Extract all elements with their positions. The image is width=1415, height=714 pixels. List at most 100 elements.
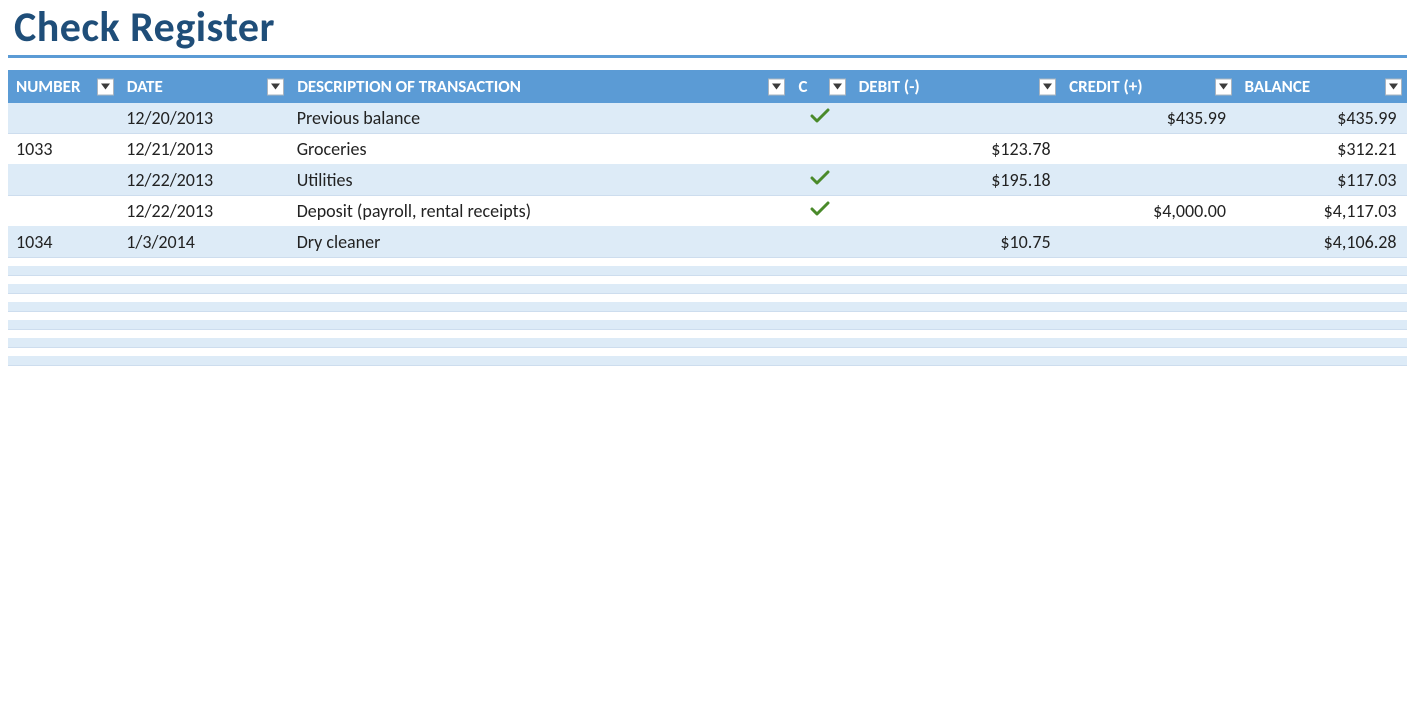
- cell-date[interactable]: [118, 303, 288, 312]
- cell-date[interactable]: 12/20/2013: [118, 103, 288, 134]
- cell-balance[interactable]: $4,117.03: [1236, 196, 1406, 227]
- cell-balance[interactable]: [1236, 321, 1406, 330]
- table-row[interactable]: [8, 321, 1407, 330]
- cell-credit[interactable]: [1061, 267, 1236, 276]
- header-c[interactable]: C: [790, 70, 850, 103]
- cell-cleared[interactable]: [790, 103, 850, 134]
- cell-number[interactable]: [8, 258, 118, 267]
- cell-date[interactable]: 1/3/2014: [118, 227, 288, 258]
- table-row[interactable]: 12/20/2013Previous balance$435.99$435.99: [8, 103, 1407, 134]
- cell-debit[interactable]: $10.75: [850, 227, 1061, 258]
- header-credit[interactable]: CREDIT (+): [1061, 70, 1236, 103]
- cell-description[interactable]: Groceries: [289, 134, 790, 165]
- cell-cleared[interactable]: [790, 330, 850, 339]
- table-row[interactable]: [8, 267, 1407, 276]
- table-row[interactable]: [8, 258, 1407, 267]
- cell-debit[interactable]: $195.18: [850, 165, 1061, 196]
- header-date[interactable]: DATE: [118, 70, 288, 103]
- cell-number[interactable]: [8, 294, 118, 303]
- table-row[interactable]: 12/22/2013Deposit (payroll, rental recei…: [8, 196, 1407, 227]
- cell-cleared[interactable]: [790, 276, 850, 285]
- cell-balance[interactable]: [1236, 258, 1406, 267]
- cell-description[interactable]: [289, 321, 790, 330]
- cell-debit[interactable]: [850, 348, 1061, 357]
- cell-description[interactable]: [289, 303, 790, 312]
- cell-debit[interactable]: [850, 357, 1061, 366]
- cell-number[interactable]: [8, 321, 118, 330]
- cell-number[interactable]: [8, 330, 118, 339]
- cell-number[interactable]: [8, 165, 118, 196]
- cell-debit[interactable]: [850, 196, 1061, 227]
- cell-cleared[interactable]: [790, 165, 850, 196]
- cell-description[interactable]: [289, 348, 790, 357]
- cell-cleared[interactable]: [790, 312, 850, 321]
- cell-debit[interactable]: [850, 258, 1061, 267]
- table-row[interactable]: [8, 294, 1407, 303]
- cell-credit[interactable]: [1061, 258, 1236, 267]
- filter-credit-button[interactable]: [1215, 78, 1232, 95]
- cell-date[interactable]: [118, 276, 288, 285]
- cell-number[interactable]: [8, 357, 118, 366]
- cell-balance[interactable]: $435.99: [1236, 103, 1406, 134]
- cell-number[interactable]: 1033: [8, 134, 118, 165]
- cell-credit[interactable]: $4,000.00: [1061, 196, 1236, 227]
- cell-cleared[interactable]: [790, 357, 850, 366]
- cell-credit[interactable]: $435.99: [1061, 103, 1236, 134]
- table-row[interactable]: [8, 312, 1407, 321]
- cell-description[interactable]: [289, 294, 790, 303]
- cell-description[interactable]: Utilities: [289, 165, 790, 196]
- filter-c-button[interactable]: [829, 78, 846, 95]
- cell-credit[interactable]: [1061, 321, 1236, 330]
- cell-date[interactable]: 12/22/2013: [118, 196, 288, 227]
- cell-date[interactable]: [118, 348, 288, 357]
- cell-date[interactable]: 12/21/2013: [118, 134, 288, 165]
- cell-number[interactable]: [8, 103, 118, 134]
- cell-debit[interactable]: [850, 312, 1061, 321]
- cell-credit[interactable]: [1061, 165, 1236, 196]
- cell-number[interactable]: [8, 339, 118, 348]
- cell-credit[interactable]: [1061, 134, 1236, 165]
- cell-balance[interactable]: [1236, 285, 1406, 294]
- cell-cleared[interactable]: [790, 348, 850, 357]
- filter-date-button[interactable]: [267, 78, 284, 95]
- cell-debit[interactable]: [850, 103, 1061, 134]
- cell-number[interactable]: [8, 348, 118, 357]
- cell-description[interactable]: [289, 330, 790, 339]
- table-row[interactable]: [8, 357, 1407, 366]
- cell-description[interactable]: [289, 339, 790, 348]
- cell-debit[interactable]: [850, 276, 1061, 285]
- cell-debit[interactable]: [850, 321, 1061, 330]
- cell-description[interactable]: [289, 285, 790, 294]
- cell-debit[interactable]: [850, 339, 1061, 348]
- cell-balance[interactable]: $117.03: [1236, 165, 1406, 196]
- cell-credit[interactable]: [1061, 227, 1236, 258]
- cell-balance[interactable]: [1236, 267, 1406, 276]
- cell-debit[interactable]: [850, 303, 1061, 312]
- filter-number-button[interactable]: [97, 78, 114, 95]
- cell-cleared[interactable]: [790, 258, 850, 267]
- cell-credit[interactable]: [1061, 294, 1236, 303]
- table-row[interactable]: [8, 330, 1407, 339]
- cell-balance[interactable]: $312.21: [1236, 134, 1406, 165]
- filter-description-button[interactable]: [768, 78, 785, 95]
- cell-credit[interactable]: [1061, 303, 1236, 312]
- header-number[interactable]: NUMBER: [8, 70, 118, 103]
- cell-date[interactable]: [118, 267, 288, 276]
- cell-number[interactable]: [8, 312, 118, 321]
- table-row[interactable]: [8, 303, 1407, 312]
- cell-description[interactable]: [289, 312, 790, 321]
- cell-cleared[interactable]: [790, 227, 850, 258]
- cell-date[interactable]: [118, 339, 288, 348]
- cell-balance[interactable]: [1236, 303, 1406, 312]
- cell-number[interactable]: 1034: [8, 227, 118, 258]
- cell-date[interactable]: 12/22/2013: [118, 165, 288, 196]
- cell-number[interactable]: [8, 285, 118, 294]
- cell-cleared[interactable]: [790, 267, 850, 276]
- table-row[interactable]: [8, 339, 1407, 348]
- cell-cleared[interactable]: [790, 339, 850, 348]
- table-row[interactable]: [8, 276, 1407, 285]
- cell-cleared[interactable]: [790, 321, 850, 330]
- cell-balance[interactable]: [1236, 312, 1406, 321]
- cell-date[interactable]: [118, 357, 288, 366]
- cell-description[interactable]: [289, 258, 790, 267]
